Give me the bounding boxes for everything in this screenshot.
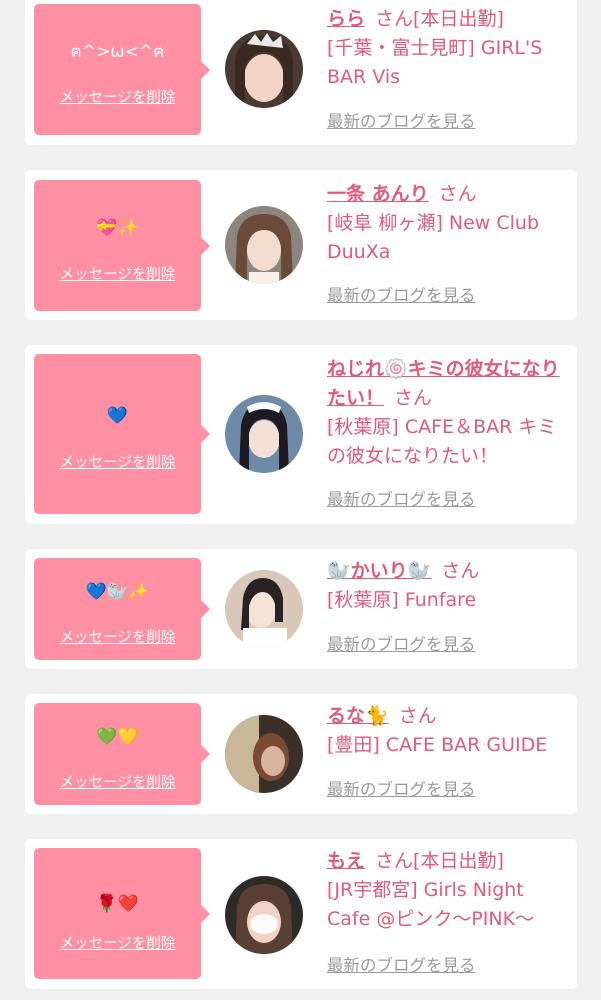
message-text: ฅ^>ω<^ฅ: [70, 42, 165, 62]
latest-blog-link[interactable]: 最新のブログを見る: [327, 285, 476, 307]
avatar[interactable]: [225, 570, 303, 648]
delete-message-link[interactable]: メッセージを削除: [34, 89, 201, 107]
status-today: [本日出勤]: [413, 8, 504, 30]
cast-name-link[interactable]: らら: [327, 8, 365, 30]
shop-name: [秋葉原] Funfare: [327, 589, 477, 611]
avatar[interactable]: [225, 30, 303, 108]
delete-message-link[interactable]: メッセージを削除: [34, 629, 201, 647]
name-line: るな🐈 さん: [327, 702, 567, 731]
name-line: らら さん[本日出勤]: [327, 5, 567, 34]
name-line: 🦭かいり🦭 さん: [327, 557, 567, 586]
message-card: 💝✨ メッセージを削除 一条 あんり さん [岐阜 柳ヶ瀬] New Club D…: [25, 170, 577, 320]
message-bubble: 💚💛 メッセージを削除: [34, 703, 210, 805]
name-line: 一条 あんり さん: [327, 180, 567, 209]
honorific: さん: [375, 850, 414, 872]
entry-info: 一条 あんり さん [岐阜 柳ヶ瀬] New Club DuuXa: [327, 180, 567, 267]
message-bubble: 💝✨ メッセージを削除: [34, 180, 210, 311]
status-today: [本日出勤]: [413, 850, 504, 872]
cast-name-link[interactable]: 一条 あんり: [327, 183, 429, 205]
message-bubble: 🌹❤️ メッセージを削除: [34, 848, 210, 979]
message-bubble: 💙🦭✨ メッセージを削除: [34, 558, 210, 660]
latest-blog-link[interactable]: 最新のブログを見る: [327, 634, 476, 656]
shop-name: [JR宇都宮] Girls Night Cafe @ピンク～PINK～: [327, 879, 535, 930]
shop-name: [豊田] CAFE BAR GUIDE: [327, 734, 548, 756]
entry-info: らら さん[本日出勤] [千葉・富士見町] GIRL'S BAR Vis: [327, 5, 567, 92]
delete-message-link[interactable]: メッセージを削除: [34, 774, 201, 792]
cast-name-link[interactable]: もえ: [327, 850, 365, 872]
shop-name: [千葉・富士見町] GIRL'S BAR Vis: [327, 37, 543, 88]
latest-blog-link[interactable]: 最新のブログを見る: [327, 955, 476, 977]
message-text: 💙🦭✨: [85, 582, 150, 602]
message-card: 🌹❤️ メッセージを削除 もえ さん[本日出勤] [JR宇都宮] Girls Ni…: [25, 839, 577, 989]
shop-name: [岐阜 柳ヶ瀬] New Club DuuXa: [327, 212, 540, 263]
entry-info: るな🐈 さん [豊田] CAFE BAR GUIDE: [327, 702, 567, 760]
message-bubble: ฅ^>ω<^ฅ メッセージを削除: [34, 4, 210, 135]
delete-message-link[interactable]: メッセージを削除: [34, 454, 201, 472]
delete-message-link[interactable]: メッセージを削除: [34, 935, 201, 953]
cast-name-link[interactable]: るな🐈: [327, 705, 389, 727]
latest-blog-link[interactable]: 最新のブログを見る: [327, 111, 476, 133]
latest-blog-link[interactable]: 最新のブログを見る: [327, 489, 476, 511]
avatar[interactable]: [225, 876, 303, 954]
message-card: 💚💛 メッセージを削除 るな🐈 さん [豊田] CAFE BAR GUIDE 最新…: [25, 694, 577, 814]
cast-name-link[interactable]: ねじれ🍥キミの彼女になりたい！: [327, 358, 560, 409]
message-text: 🌹❤️: [96, 894, 139, 914]
message-text: 💚💛: [96, 727, 139, 747]
name-line: もえ さん[本日出勤]: [327, 847, 567, 876]
honorific: さん: [398, 705, 437, 727]
honorific: さん: [375, 8, 414, 30]
name-line: ねじれ🍥キミの彼女になりたい！ さん: [327, 355, 567, 413]
cast-name-link[interactable]: 🦭かいり🦭: [327, 560, 431, 582]
message-text: 💝✨: [96, 218, 139, 238]
message-text: 💙: [106, 406, 129, 426]
message-list: ฅ^>ω<^ฅ メッセージを削除 らら さん[本日出勤] [千葉・富士見町] GI…: [0, 0, 601, 1000]
honorific: さん: [441, 560, 480, 582]
honorific: さん: [394, 387, 433, 409]
message-bubble: 💙 メッセージを削除: [34, 354, 210, 514]
avatar[interactable]: [225, 206, 303, 284]
message-card: 💙 メッセージを削除 ねじれ🍥キミの彼女になりたい！ さん [秋葉原] CAFE＆…: [25, 345, 577, 524]
entry-info: ねじれ🍥キミの彼女になりたい！ さん [秋葉原] CAFE＆BAR キミの彼女にな…: [327, 355, 567, 471]
message-card: 💙🦭✨ メッセージを削除 🦭かいり🦭 さん [秋葉原] Funfare 最新のブロ…: [25, 549, 577, 669]
message-card: ฅ^>ω<^ฅ メッセージを削除 らら さん[本日出勤] [千葉・富士見町] GI…: [25, 0, 577, 145]
entry-info: 🦭かいり🦭 さん [秋葉原] Funfare: [327, 557, 567, 615]
entry-info: もえ さん[本日出勤] [JR宇都宮] Girls Night Cafe @ピンク…: [327, 847, 567, 934]
delete-message-link[interactable]: メッセージを削除: [34, 266, 201, 284]
avatar[interactable]: [225, 395, 303, 473]
avatar[interactable]: [225, 715, 303, 793]
honorific: さん: [438, 183, 477, 205]
shop-name: [秋葉原] CAFE＆BAR キミの彼女になりたい！: [327, 416, 557, 467]
latest-blog-link[interactable]: 最新のブログを見る: [327, 779, 476, 801]
